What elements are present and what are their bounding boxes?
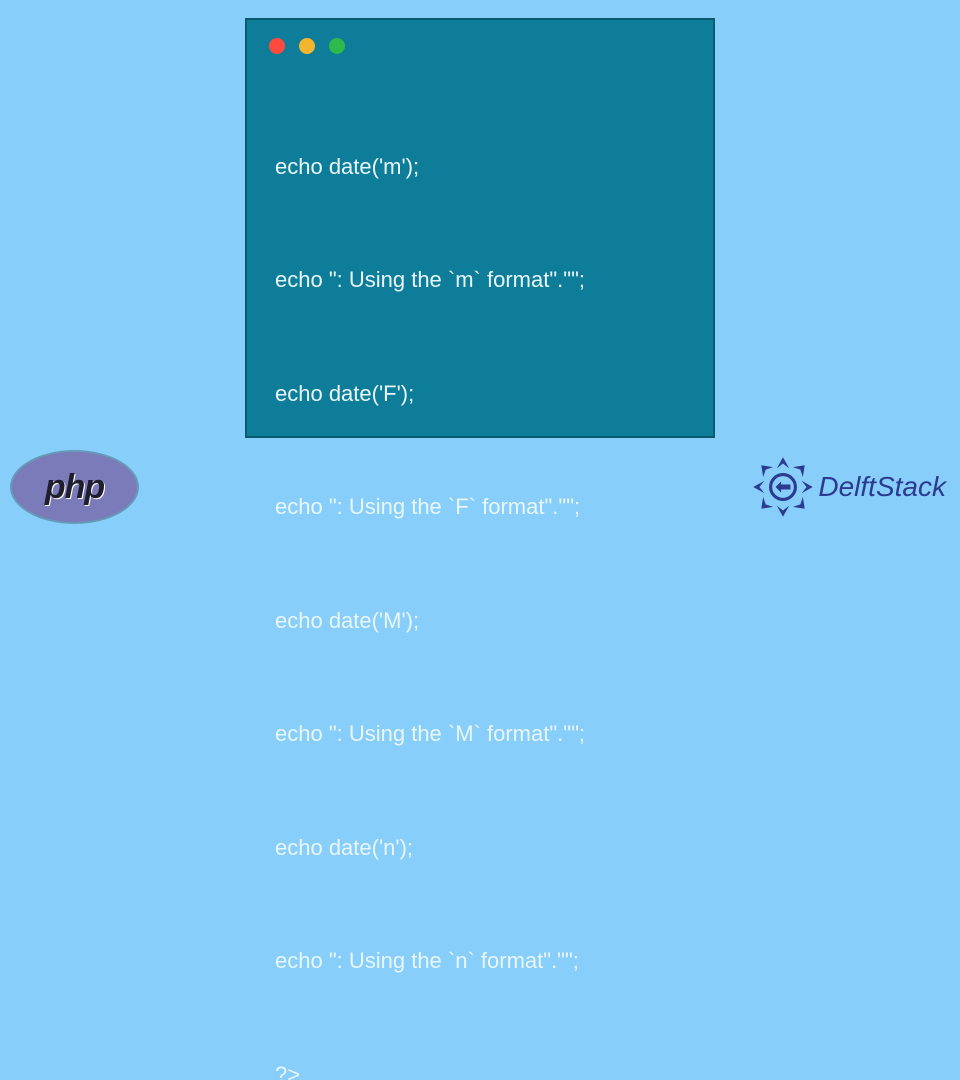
code-line: echo ": Using the `M` format".""; bbox=[275, 715, 713, 753]
delftstack-icon bbox=[752, 456, 814, 518]
close-dot bbox=[269, 38, 285, 54]
brand-name: DelftStack bbox=[818, 471, 946, 503]
code-block: echo date('m'); echo ": Using the `m` fo… bbox=[247, 54, 713, 1080]
maximize-dot bbox=[329, 38, 345, 54]
code-line: ?> bbox=[275, 1056, 713, 1080]
window-controls bbox=[247, 20, 713, 54]
code-line: echo date('m'); bbox=[275, 148, 713, 186]
brand-logo: DelftStack bbox=[752, 456, 946, 518]
php-logo-text: php bbox=[45, 468, 104, 507]
code-line: echo ": Using the `m` format".""; bbox=[275, 261, 713, 299]
php-logo: php bbox=[12, 452, 137, 522]
code-window: echo date('m'); echo ": Using the `m` fo… bbox=[245, 18, 715, 438]
code-line: echo date('n'); bbox=[275, 829, 713, 867]
code-line: echo date('F'); bbox=[275, 375, 713, 413]
code-line: echo ": Using the `n` format".""; bbox=[275, 942, 713, 980]
code-line: echo date('M'); bbox=[275, 602, 713, 640]
code-line: echo ": Using the `F` format".""; bbox=[275, 488, 713, 526]
minimize-dot bbox=[299, 38, 315, 54]
